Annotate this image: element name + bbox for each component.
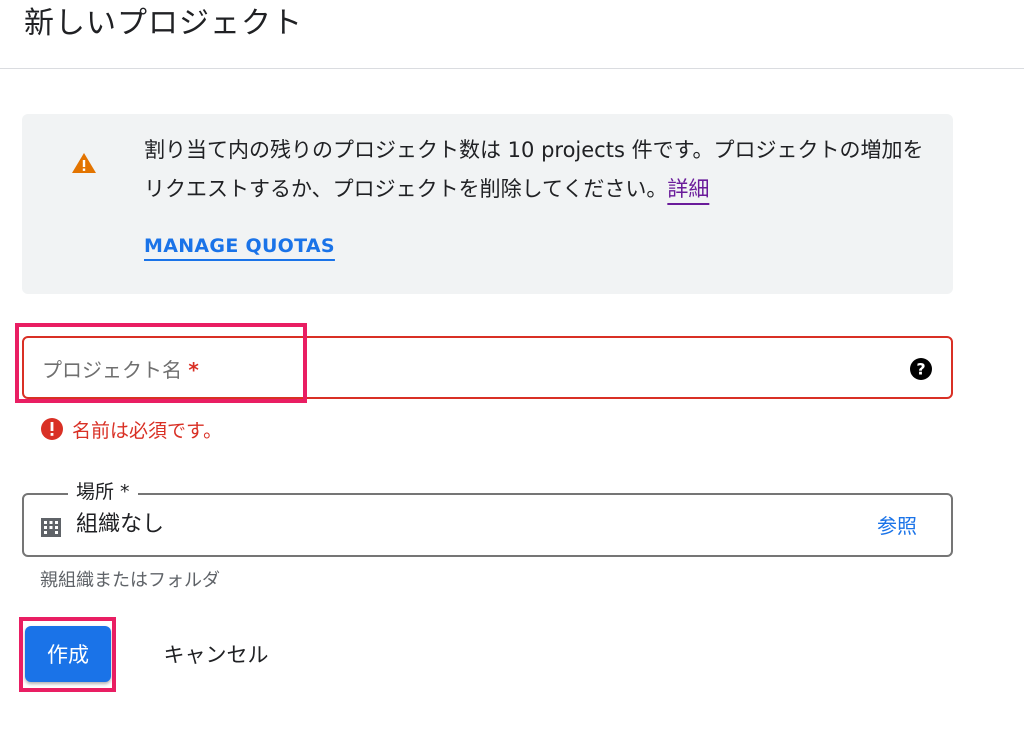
project-name-field[interactable]: プロジェクト名 * ? xyxy=(22,336,953,399)
location-label: 場所 * xyxy=(68,480,138,504)
warning-icon xyxy=(72,153,96,173)
cancel-button[interactable]: キャンセル xyxy=(143,626,289,682)
project-name-error: 名前は必須です。 xyxy=(40,416,222,442)
project-name-input[interactable] xyxy=(42,348,866,390)
page-header: 新しいプロジェクト xyxy=(0,0,1024,69)
location-hint: 親組織またはフォルダ xyxy=(40,570,220,591)
new-project-page: 新しいプロジェクト 割り当て内の残りのプロジェクト数は 10 projects … xyxy=(0,0,1024,753)
create-button[interactable]: 作成 xyxy=(25,626,111,682)
quota-message-text: 割り当て内の残りのプロジェクト数は 10 projects 件です。プロジェクト… xyxy=(144,138,924,201)
quota-message: 割り当て内の残りのプロジェクト数は 10 projects 件です。プロジェクト… xyxy=(144,131,934,209)
error-circle-icon xyxy=(41,418,63,440)
building-icon xyxy=(41,518,61,537)
details-link[interactable]: 詳細 xyxy=(667,177,709,201)
help-circle-icon[interactable]: ? xyxy=(909,357,933,381)
svg-text:?: ? xyxy=(916,360,925,379)
error-message: 名前は必須です。 xyxy=(72,419,223,442)
manage-quotas-link[interactable]: MANAGE QUOTAS xyxy=(144,235,335,257)
location-value: 組織なし xyxy=(76,512,165,537)
browse-button[interactable]: 参照 xyxy=(877,512,917,540)
page-title: 新しいプロジェクト xyxy=(24,6,303,41)
